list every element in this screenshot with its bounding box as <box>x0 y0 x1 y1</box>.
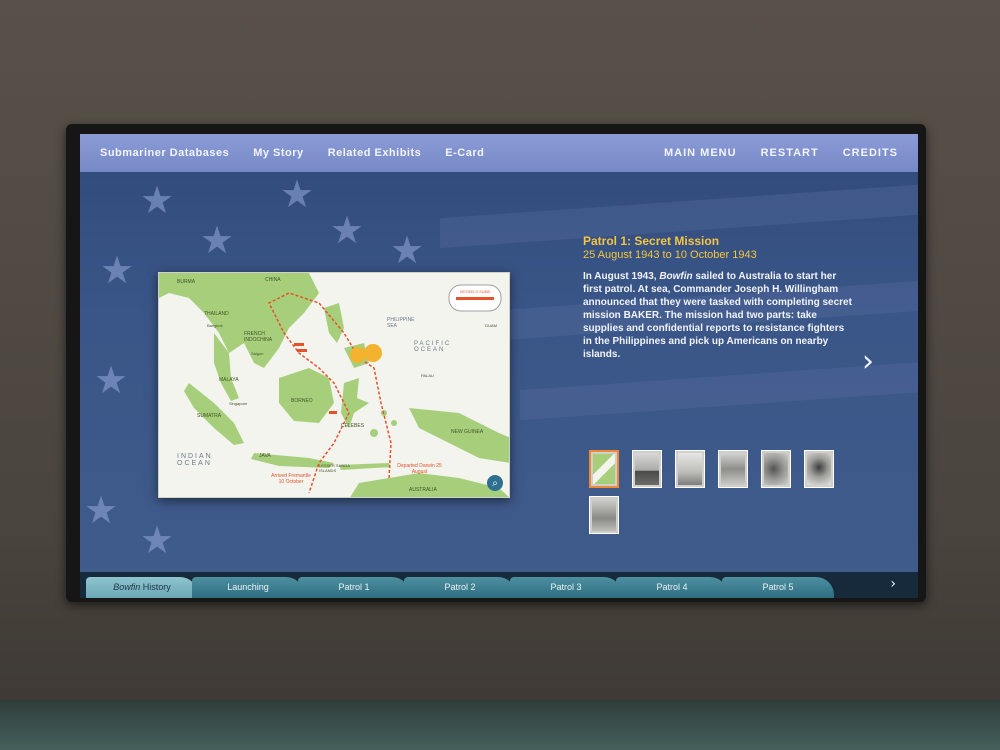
map-label-singapore: Singapore <box>229 401 248 406</box>
thumbnail-harbor[interactable] <box>718 450 748 488</box>
flag-stripe <box>520 353 918 421</box>
section-tabs: Bowfin History Launching Patrol 1 Patrol… <box>80 572 918 598</box>
patrol-dates: 25 August 1943 to 10 October 1943 <box>583 249 757 261</box>
map-label-arrived: Arrived Fremantle 10 October <box>271 473 311 485</box>
tab-bowfin-history[interactable]: Bowfin History <box>86 577 198 598</box>
thumbnail-crowd[interactable] <box>761 450 791 488</box>
nav-restart[interactable]: RESTART <box>761 147 819 159</box>
magnifier-icon[interactable]: ⌕ <box>487 475 503 491</box>
flag-star-icon: ★ <box>84 490 119 532</box>
map-label-celebes: CELEBES <box>341 423 365 429</box>
map-label-guam: GUAM <box>485 323 497 328</box>
flag-star-icon: ★ <box>330 210 365 252</box>
tab-patrol-2[interactable]: Patrol 2 <box>404 577 516 598</box>
flag-star-icon: ★ <box>200 220 235 262</box>
map-label-australia: AUSTRALIA <box>409 487 437 493</box>
flag-star-icon: ★ <box>100 250 135 292</box>
map-label-java: JAVA <box>259 453 271 459</box>
top-navigation: Submariner Databases My Story Related Ex… <box>80 134 918 172</box>
map-label-palau: PALAU <box>421 373 434 378</box>
flag-star-icon: ★ <box>94 360 129 402</box>
patrol-info-panel: Patrol 1: Secret Mission 25 August 1943 … <box>583 234 853 361</box>
map-label-philippine-sea: PHILIPPINE SEA <box>387 317 415 329</box>
nav-credits[interactable]: CREDITS <box>843 147 898 159</box>
thumbnail-submarine[interactable] <box>632 450 662 488</box>
nav-e-card[interactable]: E-Card <box>445 147 484 159</box>
patrol-title: Patrol 1: Secret Mission <box>583 234 720 248</box>
map-label-new-guinea: NEW GUINEA <box>451 429 484 435</box>
chevron-right-icon[interactable]: › <box>890 576 896 592</box>
flag-star-icon: ★ <box>140 180 175 222</box>
thumbnail-portrait[interactable] <box>804 450 834 488</box>
nav-my-story[interactable]: My Story <box>253 147 303 159</box>
nav-main-menu[interactable]: MAIN MENU <box>664 147 737 159</box>
map-label-lesser-sunda: LESSER SUNDA ISLANDS <box>319 463 350 473</box>
floor-area <box>0 700 1000 750</box>
tab-patrol-4[interactable]: Patrol 4 <box>616 577 728 598</box>
map-label-departed: Departed Darwin 25 August <box>397 463 442 475</box>
thumbnail-map[interactable] <box>589 450 619 488</box>
patrol-route-map[interactable]: BURMA CHINA THAILAND FRENCH INDOCHINA Ba… <box>158 272 510 498</box>
flag-star-icon: ★ <box>140 520 175 562</box>
map-legend-title: VESSELS SUNK <box>459 289 491 294</box>
map-label-malaya: MALAYA <box>219 377 239 383</box>
map-label-burma: BURMA <box>177 279 196 285</box>
thumbnail-sea[interactable] <box>675 450 705 488</box>
kiosk-screen: Submariner Databases My Story Related Ex… <box>80 134 918 598</box>
map-label-indian-ocean: INDIAN OCEAN <box>177 453 213 467</box>
chevron-right-icon[interactable]: › <box>862 344 874 379</box>
map-label-saigon: Saigon <box>251 351 264 356</box>
map-label-pacific-ocean: PACIFIC OCEAN <box>414 341 452 353</box>
map-label-borneo: BORNEO <box>291 398 313 404</box>
nav-related-exhibits[interactable]: Related Exhibits <box>328 147 422 159</box>
flag-star-icon: ★ <box>390 230 425 272</box>
map-label-sumatra: SUMATRA <box>197 413 222 419</box>
tab-patrol-3[interactable]: Patrol 3 <box>510 577 622 598</box>
patrol-description: In August 1943, Bowfin sailed to Austral… <box>583 271 852 360</box>
map-label-china: CHINA <box>265 277 281 283</box>
tab-patrol-5[interactable]: Patrol 5 <box>722 577 834 598</box>
map-label-thailand: THAILAND <box>204 311 229 317</box>
nav-submariner-databases[interactable]: Submariner Databases <box>100 147 229 159</box>
map-label-bangkok: Bangkok <box>207 323 223 328</box>
flag-star-icon: ★ <box>280 174 315 216</box>
thumbnail-crew[interactable] <box>589 496 619 534</box>
map-label-french-indochina: FRENCH INDOCHINA <box>244 331 273 343</box>
tab-patrol-1[interactable]: Patrol 1 <box>298 577 410 598</box>
tab-launching[interactable]: Launching <box>192 577 304 598</box>
